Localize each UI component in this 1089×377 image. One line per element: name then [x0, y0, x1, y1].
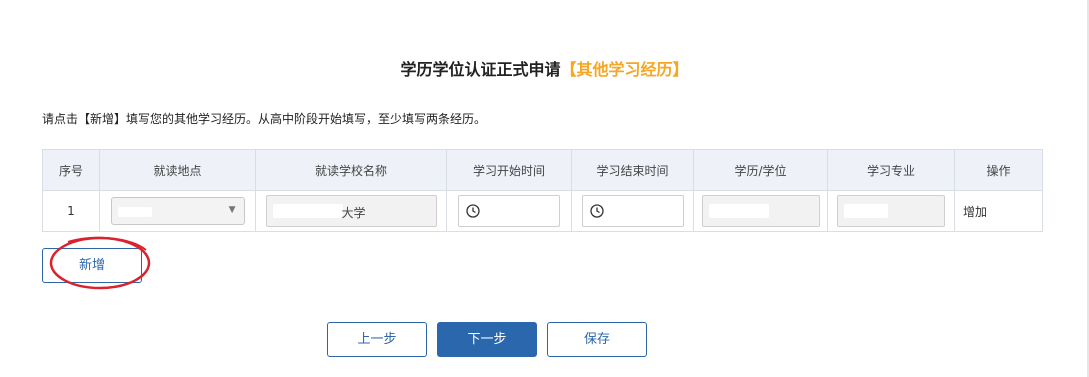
row-add-action[interactable]: 增加	[954, 190, 1043, 232]
chevron-down-icon: ▼	[228, 205, 236, 215]
header-location: 就读地点	[99, 149, 256, 191]
header-action: 操作	[954, 149, 1043, 191]
school-cell: 大学	[255, 190, 447, 232]
school-name-input[interactable]: 大学	[265, 195, 437, 227]
table-header-row: 序号 就读地点 就读学校名称 学习开始时间 学习结束时间 学历/学位 学习专业 …	[42, 149, 1043, 191]
location-select-value	[117, 207, 152, 217]
instruction-text: 请点击【新增】填写您的其他学习经历。从高中阶段开始填写，至少填写两条经历。	[42, 112, 487, 126]
header-school: 就读学校名称	[255, 149, 447, 191]
major-mask	[844, 204, 888, 218]
education-table: 序号 就读地点 就读学校名称 学习开始时间 学习结束时间 学历/学位 学习专业 …	[42, 149, 1043, 232]
next-step-button[interactable]: 下一步	[437, 322, 537, 357]
school-name-value: 大学	[341, 206, 366, 220]
degree-cell	[693, 190, 828, 232]
degree-input[interactable]	[701, 195, 820, 227]
header-major: 学习专业	[827, 149, 955, 191]
page-title-main: 学历学位认证正式申请	[400, 60, 561, 79]
clock-icon	[589, 204, 604, 218]
location-cell: ▼	[99, 190, 256, 232]
end-time-input[interactable]	[581, 195, 684, 227]
row-index: 1	[42, 190, 100, 232]
save-button[interactable]: 保存	[547, 322, 647, 357]
page-title: 学历学位认证正式申请【其他学习经历】	[0, 56, 1089, 80]
prev-step-button[interactable]: 上一步	[327, 322, 427, 357]
table-row: 1 ▼ 大学 增加	[42, 190, 1043, 232]
start-time-input[interactable]	[458, 195, 560, 227]
header-start-time: 学习开始时间	[446, 149, 572, 191]
degree-mask	[708, 204, 769, 218]
header-index: 序号	[42, 149, 100, 191]
header-degree: 学历/学位	[693, 149, 828, 191]
major-cell	[827, 190, 955, 232]
major-input[interactable]	[837, 195, 945, 227]
annotation-circle	[49, 236, 151, 290]
page-title-accent: 【其他学习经历】	[560, 60, 689, 79]
clock-icon	[466, 204, 480, 218]
header-end-time: 学习结束时间	[571, 149, 694, 191]
location-select[interactable]: ▼	[110, 197, 245, 225]
end-time-cell	[571, 190, 694, 232]
school-name-mask	[272, 204, 343, 218]
start-time-cell	[446, 190, 572, 232]
